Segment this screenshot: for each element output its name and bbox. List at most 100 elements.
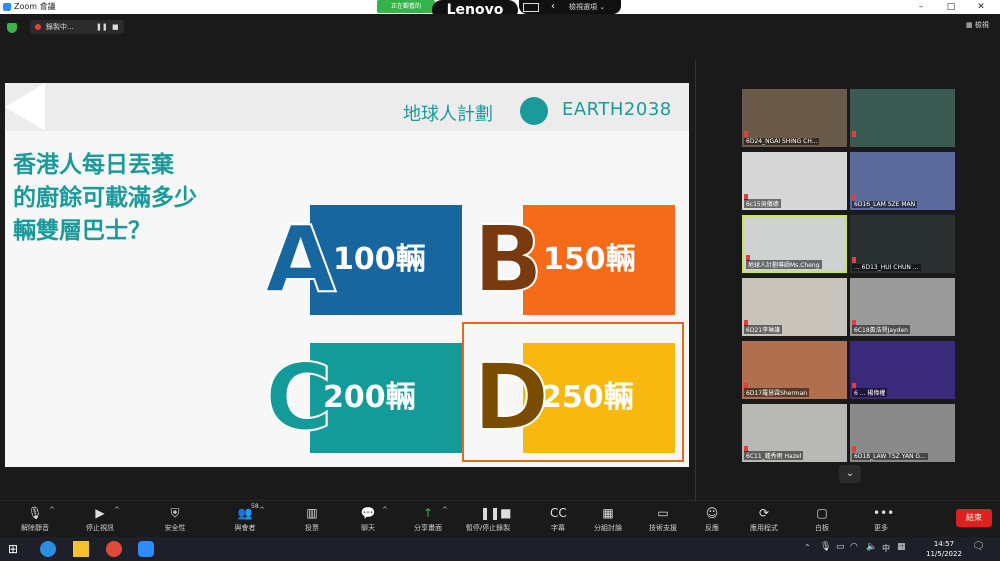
end-meeting-button[interactable]: 結束 [956,509,992,527]
meeting-top-bar: 錄製中... ❚❚ ■ ▦ 檢視 [0,14,1000,40]
participant-name: 地球人計劃導師Ms.Cheng [746,260,822,269]
participant-tile[interactable]: 地球人計劃導師Ms.Cheng [742,215,847,273]
stop-recording-button[interactable]: ■ [112,20,119,34]
toolbar-label: 白板 [815,524,829,532]
gallery-down-button[interactable]: ⌄ [839,465,861,483]
sharing-indicator[interactable]: 正在觀看的 [377,0,435,13]
recording-label: 錄製中... [46,23,74,31]
toolbar-icon: ❚❚■ [480,506,512,520]
grid-icon: ▦ [966,21,973,29]
participant-tile[interactable]: 6 ... 楊偉權 [850,341,955,399]
toolbar-button[interactable]: ▥ 投票 [282,501,342,538]
screen-icon [523,3,539,12]
toolbar-button[interactable]: 💬 ^ 聊天 [338,501,398,538]
participant-tile[interactable]: 6D16_LAM SZE MAN [850,152,955,210]
wifi-icon[interactable]: ◠ [850,542,858,552]
toolbar-icon: ▶ [95,506,105,520]
toolbar-icon: ▭ [657,506,669,520]
caret-up-icon[interactable]: ^ [259,506,265,514]
participant-tile[interactable]: 6D17羅慧霖Sherman [742,341,847,399]
edge-icon[interactable] [40,541,56,557]
toolbar-button[interactable]: ⟳ 應用程式 [734,501,794,538]
toolbar-label: 安全性 [164,524,186,532]
participant-name: 6C11_鍾秀雨 Hazel [744,451,804,460]
toolbar-icon: ↑ [422,506,434,520]
question-line: 的廚餘可載滿多少 [13,185,197,211]
banner-arrow-shape [5,83,45,131]
participant-tile[interactable]: ... 6D13_HUI CHUN ... [850,215,955,273]
input-method-icon[interactable]: ▦ [897,542,906,552]
zoom-logo-icon [3,3,11,11]
toolbar-button[interactable]: ▢ 白板 [792,501,852,538]
participant-tile[interactable]: 6D18_LAW TSZ YAN G... [850,404,955,462]
windows-start-icon[interactable]: ⊞ [8,541,24,557]
toolbar-button[interactable]: ⛨ 安全性 [145,501,205,538]
toolbar-button[interactable]: ••• 更多 [851,501,911,538]
view-options-label[interactable]: 檢視選項 ⌄ [569,0,605,14]
stage-divider[interactable] [695,60,696,500]
chevron-left-icon[interactable]: ‹ [551,0,555,14]
highlight-frame [462,322,684,462]
muted-mic-icon [852,131,856,137]
participant-tile[interactable]: 6C18黃浩賢Jayden [850,278,955,336]
toolbar-button[interactable]: ↑ ^ 分享畫面 [398,501,458,538]
toolbar-label: 更多 [874,524,888,532]
volume-icon[interactable]: 🔈 [866,542,877,552]
participant-name: 6D17羅慧霖Sherman [744,388,810,397]
notification-icon[interactable]: 🗨 [972,541,985,552]
question-line: 香港人每日丟棄 [13,152,174,178]
option-c-value: 200輛 [323,380,416,415]
participant-tile[interactable]: 6D21李琳謙 [742,278,847,336]
pause-recording-button[interactable]: ❚❚ [96,20,108,34]
participant-name: 6c15吳儀德 [744,199,781,208]
view-button[interactable]: ▦ 檢視 [966,20,989,30]
toolbar-button[interactable]: ▦ 分組討論 [578,501,638,538]
caret-up-icon[interactable]: ^ [442,506,448,514]
toolbar-button[interactable]: ▶ ^ 停止視訊 [70,501,130,538]
close-button[interactable]: ✕ [966,0,996,14]
file-explorer-icon[interactable] [73,541,89,557]
window-title: Zoom 會議 [14,2,56,11]
participant-name: 6D16_LAM SZE MAN [852,201,918,208]
participant-tile[interactable] [850,89,955,147]
option-b-value: 150輛 [543,242,636,277]
participant-tile[interactable]: 6c15吳儀德 [742,152,847,210]
logo-english: EARTH2038 [562,99,672,120]
option-b-letter: B [472,206,544,313]
toolbar-label: 聊天 [361,524,375,532]
slide-banner: 地球人計劃 EARTH2038 [5,83,689,131]
participant-tile[interactable]: 6C11_鍾秀雨 Hazel [742,404,847,462]
toolbar-label: 分組討論 [594,524,622,532]
zoom-taskbar-icon[interactable] [138,541,154,557]
question-line: 輛雙層巴士？ [13,218,151,244]
caret-up-icon[interactable]: ^ [114,506,120,514]
toolbar-icon: ⛨ [170,506,180,520]
toolbar-icon: 🎙 [27,506,43,520]
battery-icon[interactable]: ▭ [836,542,845,552]
input-language[interactable]: 中 [882,543,890,554]
windows-taskbar: ⊞ ⌃ 🎙 ▭ ◠ 🔈 中 ▦ 14:57 11/5/2022 🗨 [0,537,1000,561]
caret-up-icon[interactable]: ^ [382,506,388,514]
system-clock[interactable]: 14:57 11/5/2022 [926,539,962,559]
toolbar-button[interactable]: ❚❚■ 暫停/停止錄製 [458,501,518,538]
option-a-letter: A [264,206,337,313]
logo-chinese: 地球人計劃 [403,104,493,125]
shield-icon[interactable] [7,23,17,33]
toolbar-button[interactable]: 👥 ^ 58 與會者 [215,501,275,538]
participant-name: 6D18_LAW TSZ YAN G... [852,453,928,460]
clock-date: 11/5/2022 [926,550,962,558]
view-options-pill[interactable]: ‹ 檢視選項 ⌄ [519,0,621,14]
chrome-icon[interactable] [106,541,122,557]
toolbar-icon: ▦ [602,506,614,520]
microphone-tray-icon[interactable]: 🎙 [820,542,831,552]
toolbar-button[interactable]: 🎙 ^ 解除靜音 [5,501,65,538]
toolbar-label: 與會者 [234,524,256,532]
minimize-button[interactable]: – [906,0,936,14]
toolbar-button[interactable]: ☺ 反應 [682,501,742,538]
participant-name: ... 6D13_HUI CHUN ... [852,264,921,271]
caret-up-icon[interactable]: ^ [49,506,55,514]
option-a: A 100輛 [264,205,465,315]
participant-tile[interactable]: 6D24_NGAI SHING CH... [742,89,847,147]
tray-chevron-up-icon[interactable]: ⌃ [804,543,811,552]
maximize-button[interactable]: □ [936,0,966,14]
